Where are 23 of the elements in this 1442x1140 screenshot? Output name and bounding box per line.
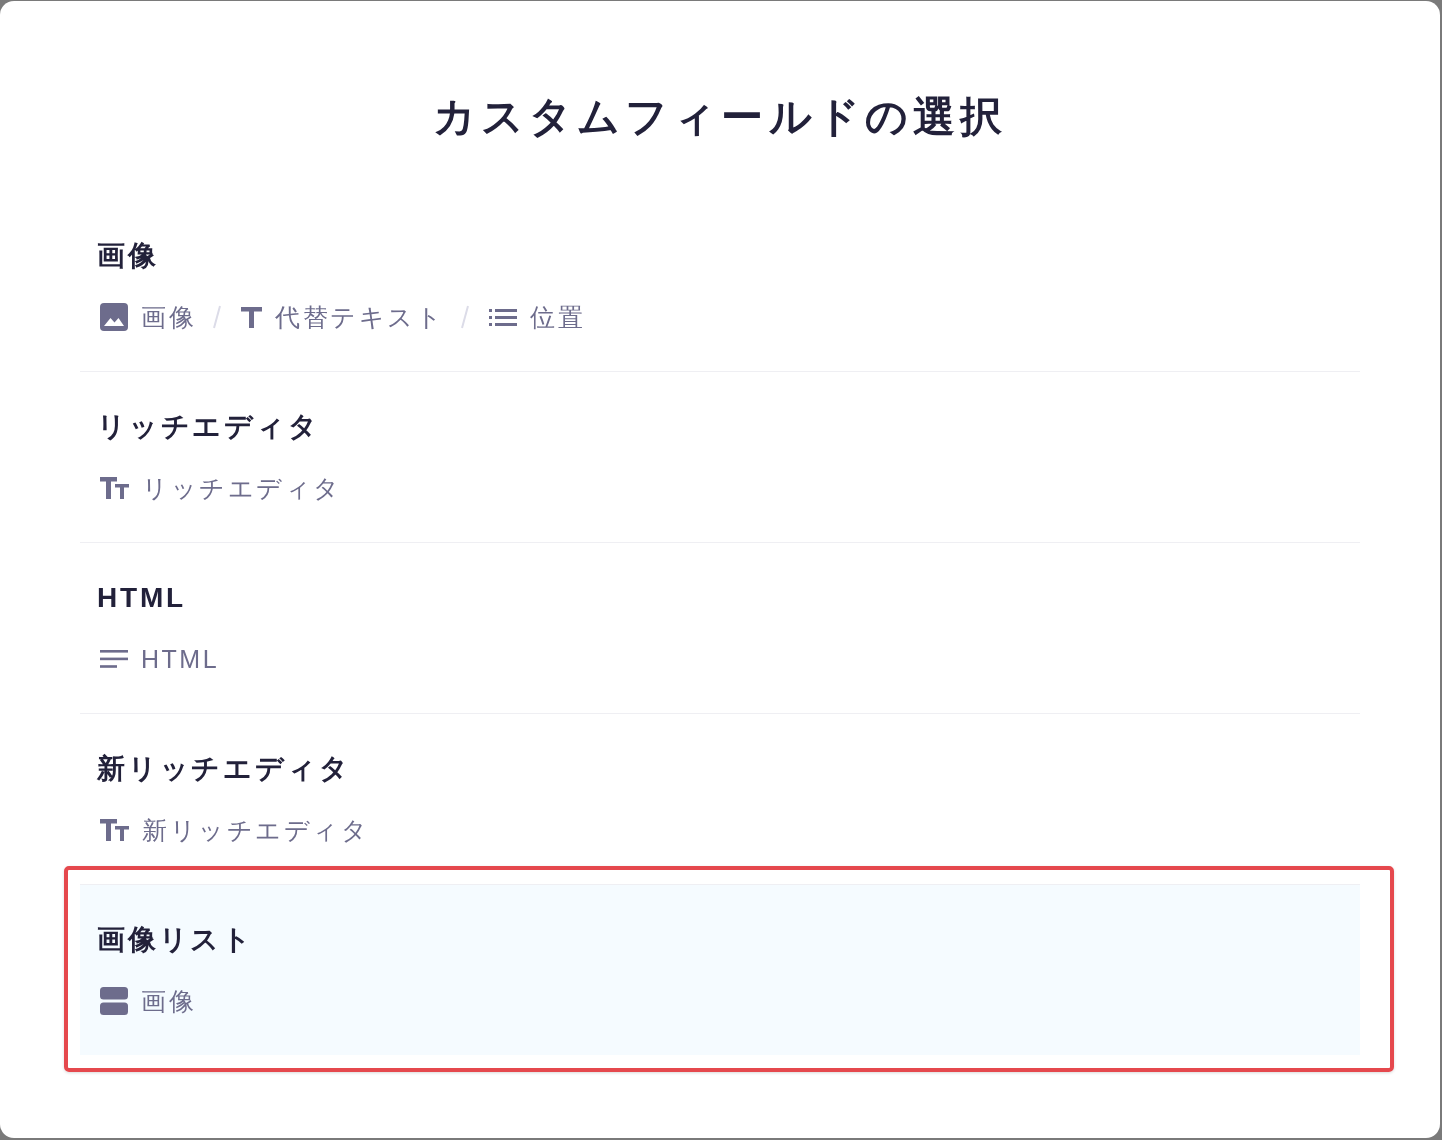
text-size-icon — [100, 477, 129, 499]
field-label: HTML — [141, 644, 220, 675]
dialog-title: カスタムフィールドの選択 — [433, 92, 1007, 142]
stacked-blocks-icon — [100, 987, 128, 1015]
image-icon — [100, 303, 128, 331]
field-label: 画像 — [141, 302, 196, 333]
slash-icon — [213, 305, 221, 329]
option-title: 画像 — [97, 239, 160, 273]
field-label: 新リッチエディタ — [142, 815, 369, 846]
field-type-option[interactable]: 画像リスト 画像 — [80, 884, 1360, 1055]
text-size-icon — [100, 819, 129, 841]
field-label: リッチエディタ — [142, 473, 342, 504]
option-title: 画像リスト — [97, 923, 255, 957]
field-label: 代替テキスト — [275, 302, 444, 333]
option-title: 新リッチエディタ — [97, 752, 352, 786]
option-title: リッチエディタ — [97, 410, 321, 444]
slash-icon — [461, 305, 469, 329]
letter-t-icon — [241, 306, 262, 328]
text-lines-icon — [100, 650, 128, 668]
field-label: 画像 — [141, 986, 196, 1017]
list-icon — [489, 308, 517, 326]
field-label: 位置 — [530, 302, 585, 333]
option-title: HTML — [97, 581, 187, 615]
